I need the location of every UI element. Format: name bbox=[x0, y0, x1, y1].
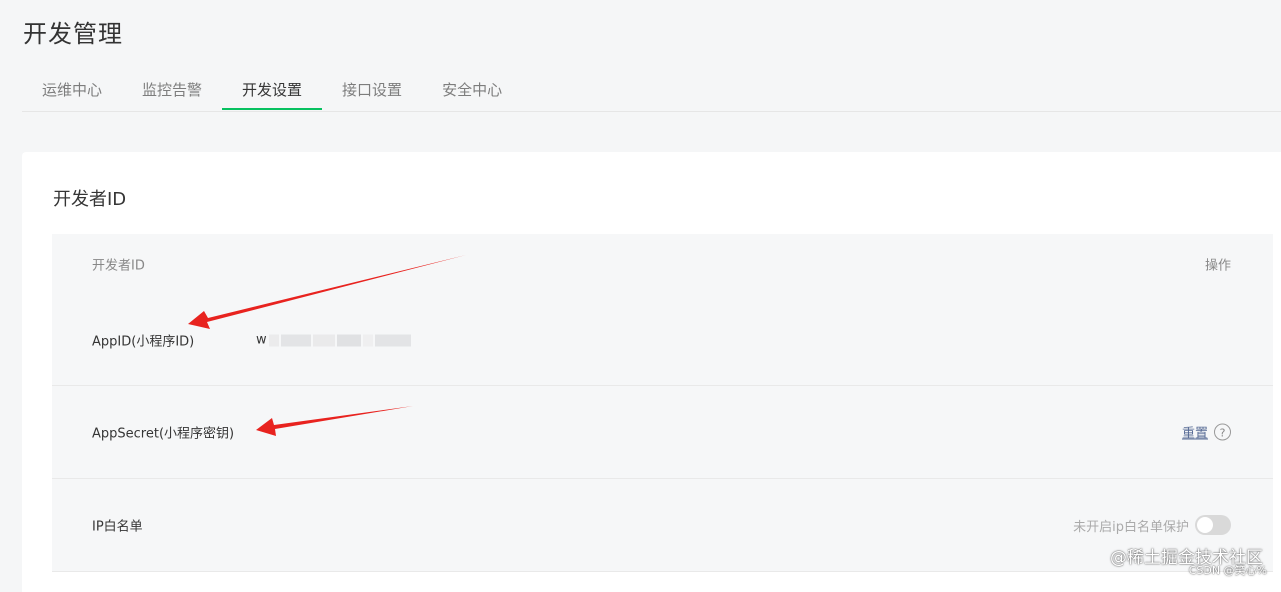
appid-label: AppID(小程序ID) bbox=[92, 334, 195, 350]
appid-value: w bbox=[256, 333, 411, 348]
table-row-appsecret: AppSecret(小程序密钥) 重置 ? bbox=[52, 386, 1273, 479]
appid-value-prefix: w bbox=[256, 332, 267, 348]
tab-ops-center[interactable]: 运维中心 bbox=[22, 72, 122, 110]
table-header: 开发者ID 操作 bbox=[52, 234, 1273, 294]
ip-whitelist-actions: 未开启ip白名单保护 bbox=[1073, 515, 1231, 535]
tab-dev-settings[interactable]: 开发设置 bbox=[222, 72, 323, 110]
ip-whitelist-label: IP白名单 bbox=[92, 519, 143, 535]
section-title: 开发者ID bbox=[53, 189, 127, 210]
ip-whitelist-toggle-label: 未开启ip白名单保护 bbox=[1073, 519, 1189, 535]
header-label: 开发者ID bbox=[92, 258, 145, 274]
appsecret-actions: 重置 ? bbox=[1182, 423, 1231, 442]
page-title: 开发管理 bbox=[23, 20, 123, 48]
help-circle-icon[interactable]: ? bbox=[1214, 423, 1231, 441]
table-row-appid: AppID(小程序ID) w bbox=[52, 294, 1273, 386]
tab-api-settings[interactable]: 接口设置 bbox=[322, 72, 422, 110]
tab-bar: 运维中心 监控告警 开发设置 接口设置 安全中心 bbox=[22, 72, 1281, 112]
appid-redacted bbox=[267, 334, 411, 346]
developer-id-table: 开发者ID 操作 AppID(小程序ID) w AppSecret(小程序密钥) bbox=[52, 234, 1273, 572]
tab-monitoring-alerts[interactable]: 监控告警 bbox=[122, 72, 222, 110]
ip-whitelist-toggle[interactable] bbox=[1195, 515, 1231, 535]
toggle-knob bbox=[1197, 517, 1213, 533]
watermark-csdn: CSDN @笑心% bbox=[1188, 564, 1267, 577]
table-row-ip-whitelist: IP白名单 未开启ip白名单保护 bbox=[52, 479, 1273, 572]
tab-security-center[interactable]: 安全中心 bbox=[422, 72, 522, 110]
developer-id-card: 开发者ID 开发者ID 操作 AppID(小程序ID) w AppSecret(… bbox=[22, 152, 1281, 592]
reset-secret-link[interactable]: 重置 bbox=[1182, 423, 1208, 442]
header-operation: 操作 bbox=[1204, 258, 1231, 274]
appsecret-label: AppSecret(小程序密钥) bbox=[92, 426, 235, 442]
